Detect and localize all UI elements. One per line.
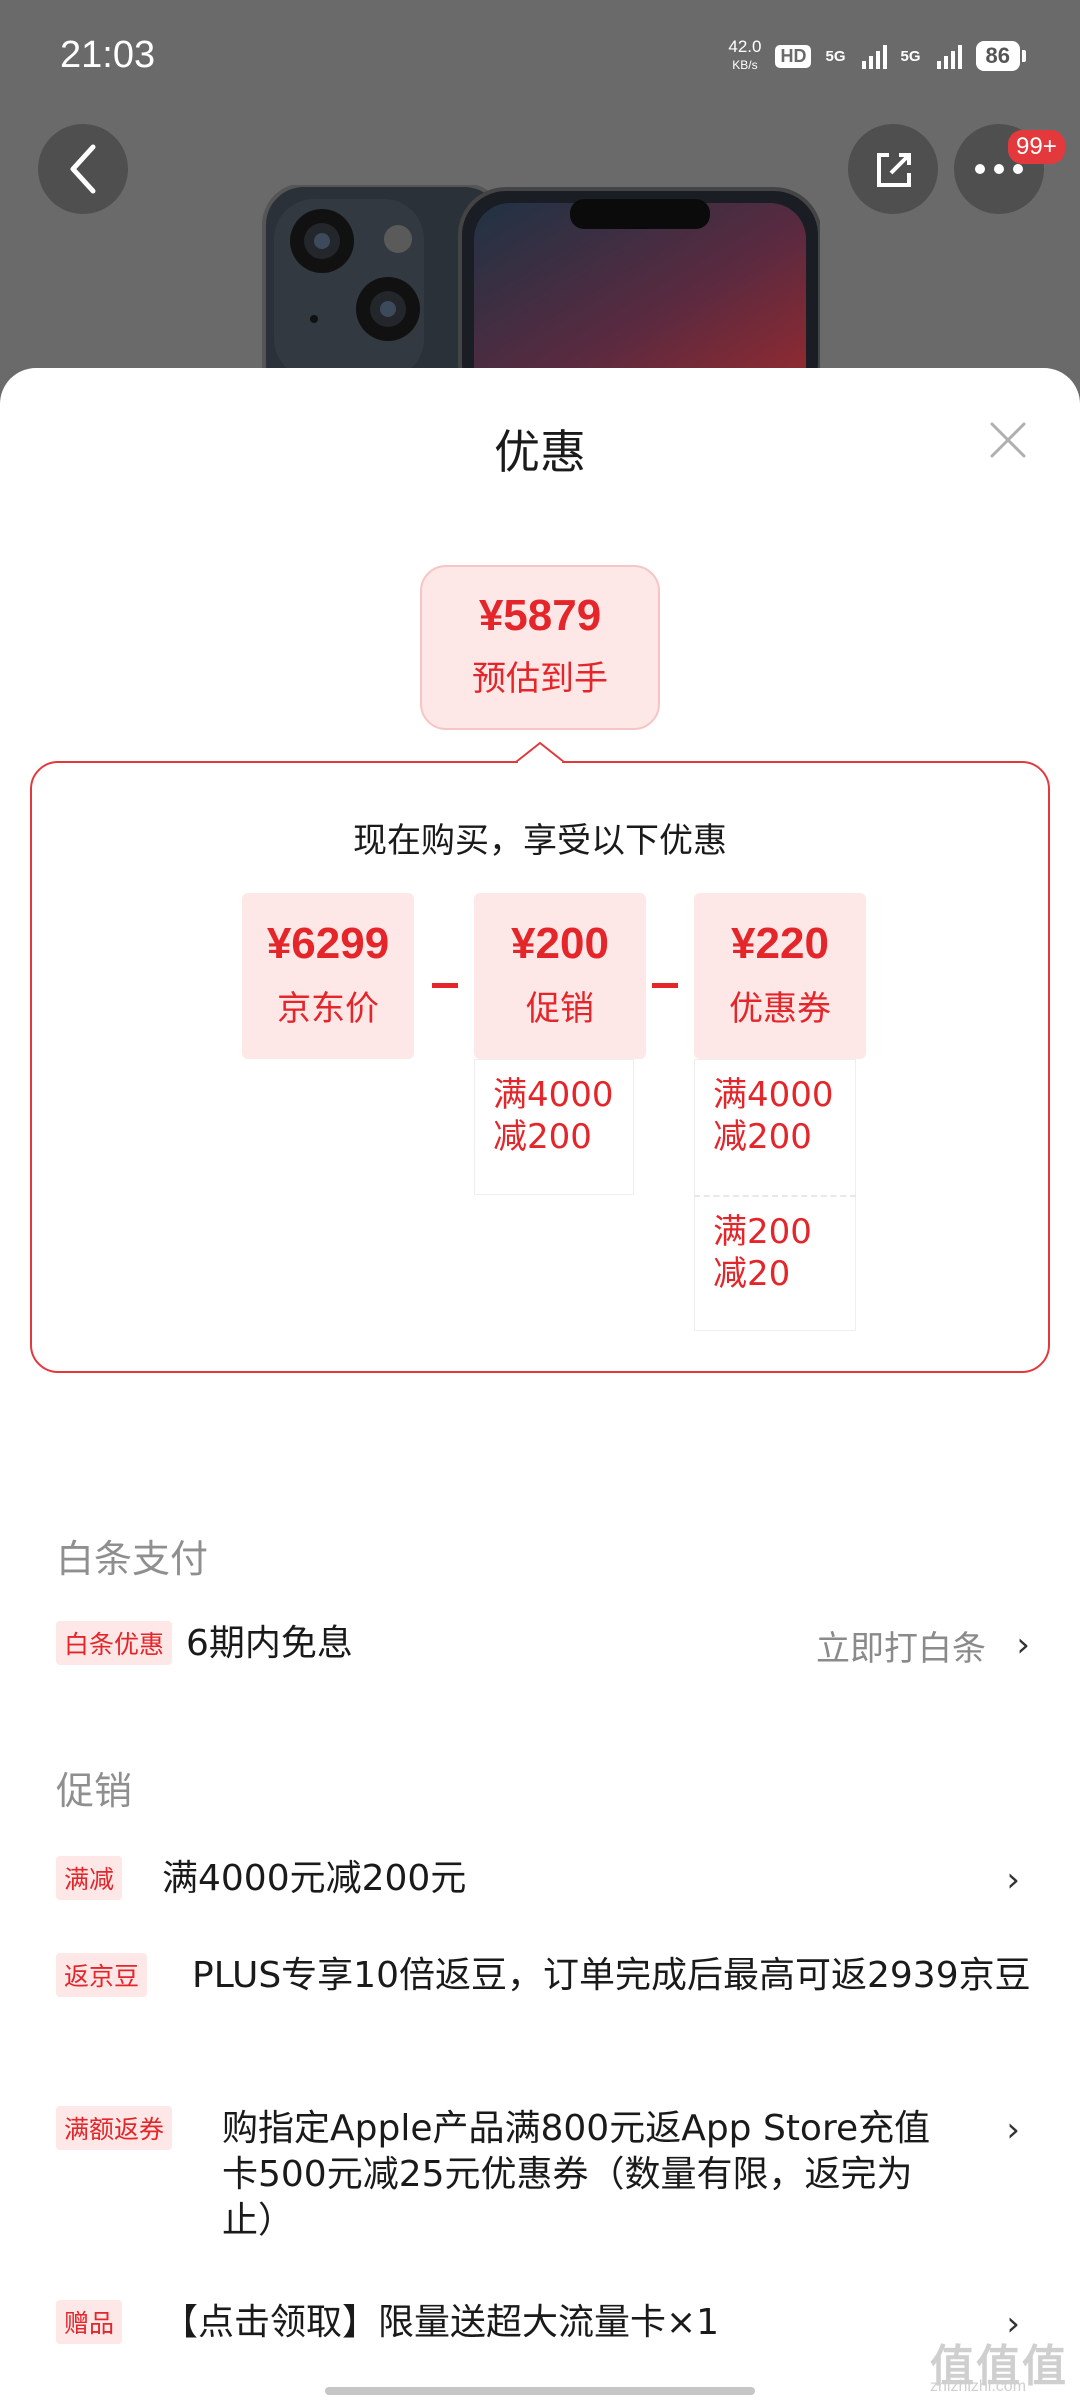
- promotion-text: 【点击领取】限量送超大流量卡×1: [162, 2302, 720, 2343]
- minus-sign: [652, 983, 678, 988]
- chevron-right-icon: ›: [1006, 2110, 1020, 2150]
- baitiao-action[interactable]: 立即打白条: [816, 1621, 986, 1670]
- baitiao-text: 6期内免息: [186, 1623, 353, 1664]
- promotion-section-title: 促销: [56, 1769, 133, 1813]
- promotion-rule: 满4000减200: [474, 1059, 634, 1195]
- promotion-text: PLUS专享10倍返豆，订单完成后最高可返2939京豆: [192, 1955, 1031, 1996]
- close-icon[interactable]: [988, 420, 1028, 460]
- message-badge: 99+: [1008, 130, 1065, 164]
- coupon-rule: 满200减20: [694, 1197, 856, 1331]
- battery-icon: 86: [975, 41, 1027, 71]
- card-pointer: [516, 741, 564, 763]
- share-icon: [877, 153, 911, 187]
- network-speed: 42.0 KB/s: [728, 37, 762, 73]
- promotion-text: 购指定Apple产品满800元返App Store充值卡500元减25元优惠券（…: [222, 2108, 931, 2241]
- promotion-row[interactable]: 满额返券 购指定Apple产品满800元返App Store充值卡500元减25…: [56, 2106, 1030, 2246]
- estimated-price-label: 预估到手: [472, 659, 608, 699]
- baitiao-tag: 白条优惠: [56, 1621, 173, 1665]
- chevron-right-icon: ›: [1016, 1625, 1030, 1665]
- baitiao-row[interactable]: 白条优惠 6期内免息 立即打白条 ›: [56, 1621, 1030, 1677]
- chevron-right-icon: ›: [1006, 1860, 1020, 1900]
- chevron-left-icon: [70, 144, 96, 194]
- promotion-row[interactable]: 赠品 【点击领取】限量送超大流量卡×1 ›: [56, 2300, 1030, 2400]
- sim2-label: 5G: [900, 47, 921, 65]
- estimated-price-box: ¥5879 预估到手: [420, 565, 660, 730]
- discount-breakdown-card: 现在购买，享受以下优惠 ¥6299 京东价 ¥200 促销 ¥220 优惠券 满…: [30, 761, 1050, 1373]
- signal-icon: [861, 43, 887, 69]
- baitiao-section-title: 白条支付: [56, 1537, 209, 1581]
- coupon-box: ¥220 优惠券: [694, 893, 866, 1059]
- hd-icon: HD: [775, 44, 812, 68]
- sheet-title: 优惠: [494, 425, 586, 479]
- promotion-label: 促销: [526, 989, 594, 1029]
- home-indicator: [325, 2387, 755, 2395]
- promotion-box: ¥200 促销: [474, 893, 646, 1059]
- promotion-tag: 返京豆: [56, 1953, 148, 1997]
- coupon-value: ¥220: [731, 919, 829, 968]
- coupon-rule: 满4000减200: [694, 1059, 856, 1195]
- jd-price-box: ¥6299 京东价: [242, 893, 414, 1059]
- signal-icon: [936, 43, 962, 69]
- status-bar: 21:03 42.0 KB/s HD 5G 5G 86: [0, 0, 1080, 115]
- promotion-tag: 赠品: [56, 2300, 123, 2344]
- estimated-price: ¥5879: [478, 591, 602, 640]
- status-time: 21:03: [60, 34, 156, 76]
- back-button[interactable]: [38, 124, 128, 214]
- promotion-row[interactable]: 满减 满4000元减200元 ›: [56, 1856, 1030, 1906]
- jd-price-label: 京东价: [277, 989, 379, 1029]
- watermark-url: zhizhizhi.com: [930, 2378, 1027, 2395]
- minus-sign: [432, 983, 458, 988]
- promotion-text: 满4000元减200元: [162, 1858, 467, 1899]
- breakdown-heading: 现在购买，享受以下优惠: [353, 821, 727, 861]
- sim1-label: 5G: [825, 47, 846, 65]
- promotion-value: ¥200: [511, 919, 609, 968]
- share-button[interactable]: [848, 124, 938, 214]
- jd-price-value: ¥6299: [266, 919, 390, 968]
- status-icons: 42.0 KB/s HD 5G 5G 86: [728, 37, 1027, 74]
- discount-sheet: 优惠 ¥5879 预估到手 现在购买，享受以下优惠 ¥6299 京东价 ¥200…: [0, 368, 1080, 2400]
- product-image: [262, 185, 820, 385]
- more-icon: [975, 164, 1023, 174]
- promotion-row: 返京豆 PLUS专享10倍返豆，订单完成后最高可返2939京豆: [56, 1953, 1031, 2053]
- promotion-tag: 满额返券: [56, 2106, 173, 2150]
- coupon-label: 优惠券: [729, 989, 831, 1029]
- promotion-tag: 满减: [56, 1856, 123, 1900]
